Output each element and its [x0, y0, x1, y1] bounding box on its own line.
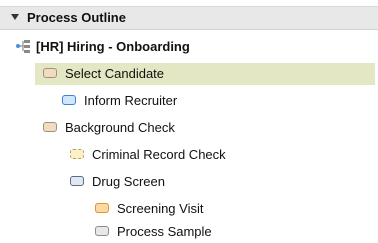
tree-item-label: Background Check — [65, 120, 175, 135]
collapse-arrow-icon[interactable] — [11, 14, 19, 20]
tree-item-label: Process Sample — [117, 224, 212, 239]
tree-item-select-candidate[interactable]: Select Candidate — [35, 63, 375, 85]
tree-item-label: Screening Visit — [117, 201, 204, 216]
tree-item-inform-recruiter[interactable]: Inform Recruiter — [0, 90, 378, 112]
process-tree-icon — [16, 40, 30, 53]
tree-item-background-check[interactable]: Background Check — [0, 117, 378, 139]
tan-shape-icon — [43, 68, 57, 78]
outline-header[interactable]: Process Outline — [0, 6, 378, 30]
tan-shape-icon — [43, 122, 57, 132]
tree-item-criminal-record-check[interactable]: Criminal Record Check — [0, 144, 378, 166]
blue-shape-icon — [62, 95, 76, 105]
gray-shape-icon — [95, 226, 109, 236]
tree-item-process-sample[interactable]: Process Sample — [0, 221, 378, 243]
cream-dashed-shape-icon — [70, 149, 84, 159]
tree-item-drug-screen[interactable]: Drug Screen — [0, 171, 378, 193]
tree-root[interactable]: [HR] Hiring - Onboarding — [0, 36, 378, 58]
tree-item-label: Select Candidate — [65, 66, 165, 81]
tree-item-label: Drug Screen — [92, 174, 165, 189]
outline-title: Process Outline — [27, 10, 126, 25]
tree-item-label: Inform Recruiter — [84, 93, 178, 108]
slate-shape-icon — [70, 176, 84, 186]
orange-shape-icon — [95, 203, 109, 213]
tree-item-screening-visit[interactable]: Screening Visit — [0, 198, 378, 220]
tree-item-label: Criminal Record Check — [92, 147, 226, 162]
tree-root-label: [HR] Hiring - Onboarding — [36, 39, 190, 54]
